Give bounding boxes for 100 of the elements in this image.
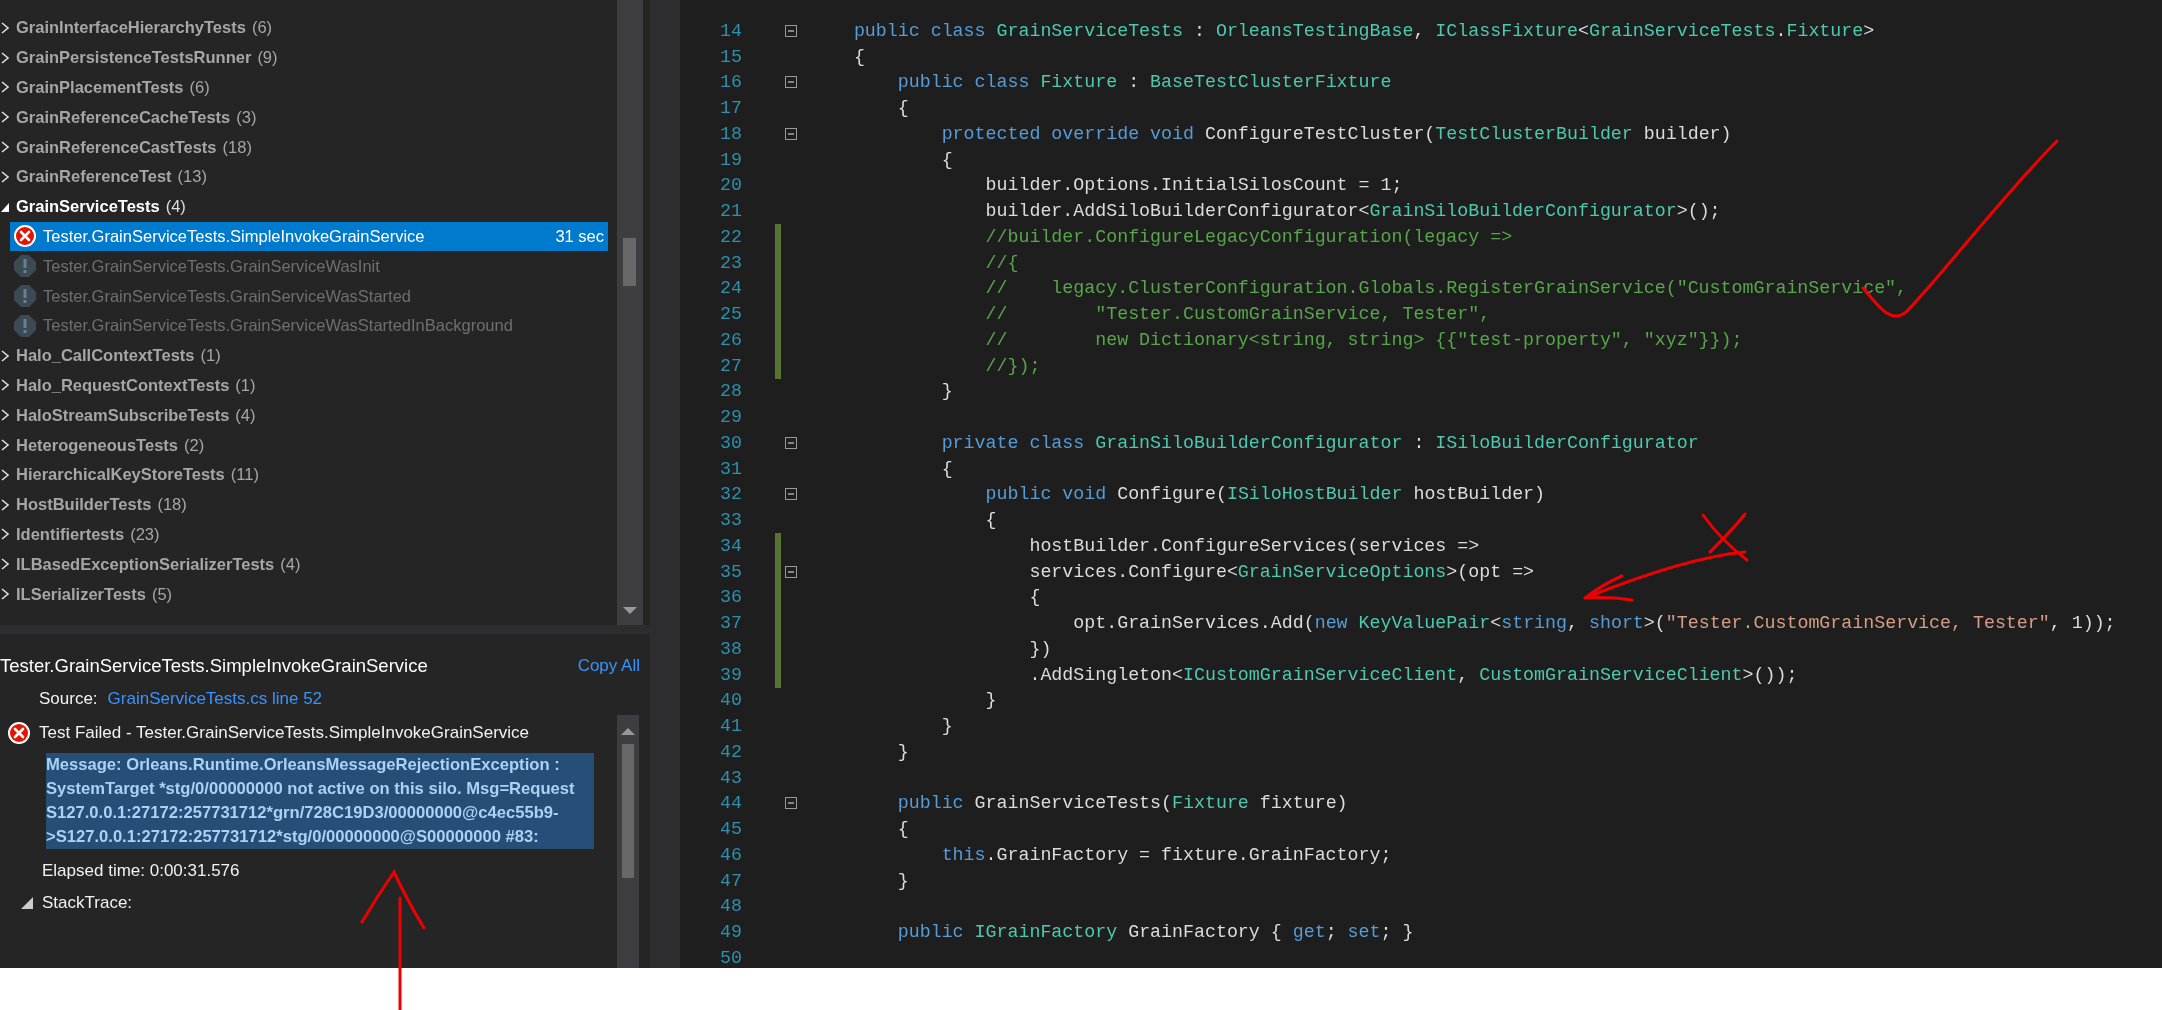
test-count: (13) bbox=[177, 167, 207, 187]
collapsed-chevron-icon[interactable] bbox=[0, 169, 10, 184]
collapsed-chevron-icon[interactable] bbox=[0, 110, 10, 125]
test-group-label[interactable]: GrainServiceTests bbox=[16, 197, 160, 217]
collapsed-chevron-icon[interactable] bbox=[0, 80, 10, 95]
line-number: 50 bbox=[719, 947, 742, 968]
collapse-box-icon[interactable] bbox=[785, 565, 797, 578]
test-group-label[interactable]: GrainPlacementTests bbox=[16, 78, 184, 97]
code-line: }) bbox=[1028, 638, 1052, 659]
code-line: //}); bbox=[984, 355, 1041, 376]
scrollbar-thumb[interactable] bbox=[623, 238, 636, 286]
collapsed-chevron-icon[interactable] bbox=[0, 20, 10, 35]
test-count: (4) bbox=[165, 197, 186, 217]
collapsed-chevron-icon[interactable] bbox=[0, 378, 10, 393]
result-text: Test Failed - Tester.GrainServiceTests.SimpleInvokeGrainService bbox=[39, 723, 530, 743]
test-count: (4) bbox=[235, 405, 256, 425]
collapse-box-icon[interactable] bbox=[785, 797, 797, 810]
code-line: // "Tester.CustomGrainService, Tester", bbox=[984, 304, 1491, 325]
test-count: (18) bbox=[157, 495, 187, 515]
test-count: (4) bbox=[280, 554, 301, 574]
test-group-label[interactable]: ILBasedExceptionSerializerTests bbox=[16, 554, 275, 574]
scrollbar-thumb[interactable] bbox=[622, 744, 634, 878]
collapsed-chevron-icon[interactable] bbox=[0, 438, 10, 453]
error-message[interactable]: Message: Orleans.Runtime.OrleansMessageRejectionException : SystemTarget *stg/0/00000000 not active on this silo. Msg=Request S127.0.0.1:27172:257731712*grn/728C19D3/00000000@c4ec55b9->S127.0.0.1:27172:257731712*stg/0/00000000@S00000000 #83: bbox=[46, 753, 594, 849]
line-number: 32 bbox=[719, 484, 742, 505]
line-number: 17 bbox=[719, 98, 742, 119]
line-number: 39 bbox=[719, 664, 742, 685]
expanded-triangle-icon[interactable] bbox=[20, 896, 34, 910]
code-line: } bbox=[896, 741, 909, 762]
line-number: 46 bbox=[719, 844, 742, 865]
line-number: 14 bbox=[719, 20, 742, 41]
test-group-label[interactable]: GrainReferenceCastTests bbox=[16, 137, 217, 157]
line-number: 33 bbox=[719, 510, 742, 531]
collapsed-chevron-icon[interactable] bbox=[0, 348, 10, 363]
code-line: } bbox=[940, 381, 953, 402]
line-number: 31 bbox=[719, 458, 742, 479]
code-line: builder.Options.InitialSilosCount = 1; bbox=[984, 175, 1403, 196]
code-line: } bbox=[984, 690, 997, 711]
collapse-box-icon[interactable] bbox=[785, 436, 797, 449]
code-line: public class Fixture : BaseTestClusterFixture bbox=[896, 72, 1392, 93]
code-line: private class GrainSiloBuilderConfigurator : ISiloBuilderConfigurator bbox=[940, 432, 1699, 453]
collapsed-chevron-icon[interactable] bbox=[0, 408, 10, 423]
test-count: (6) bbox=[189, 78, 210, 97]
collapse-box-icon[interactable] bbox=[785, 24, 797, 37]
collapsed-chevron-icon[interactable] bbox=[0, 50, 10, 65]
collapse-box-icon[interactable] bbox=[785, 76, 797, 89]
copy-all-link[interactable]: Copy All bbox=[577, 656, 640, 676]
line-number: 15 bbox=[719, 46, 742, 67]
scrollbar[interactable] bbox=[617, 0, 643, 625]
collapsed-chevron-icon[interactable] bbox=[0, 557, 10, 572]
test-count: (5) bbox=[151, 584, 173, 604]
test-group-label[interactable]: GrainReferenceCacheTests bbox=[16, 107, 231, 127]
test-group-label[interactable]: HierarchicalKeyStoreTests bbox=[16, 465, 225, 485]
line-number: 45 bbox=[719, 819, 742, 840]
test-group-label[interactable]: ILSerializerTests bbox=[16, 584, 146, 604]
code-line: public GrainServiceTests(Fixture fixture) bbox=[896, 793, 1348, 814]
line-number: 29 bbox=[719, 407, 742, 428]
test-group-label[interactable]: HeterogeneousTests bbox=[16, 435, 178, 455]
test-group-label[interactable]: GrainPersistenceTestsRunner bbox=[16, 48, 252, 68]
test-group-label[interactable]: HaloStreamSubscribeTests bbox=[16, 405, 230, 425]
code-line: { bbox=[940, 458, 953, 479]
collapsed-chevron-icon[interactable] bbox=[0, 497, 10, 512]
code-line: hostBuilder.ConfigureServices(services => bbox=[1028, 535, 1480, 556]
code-line: //builder.ConfigureLegacyConfiguration(legacy => bbox=[984, 226, 1513, 247]
test-count: (11) bbox=[230, 465, 259, 485]
collapsed-chevron-icon[interactable] bbox=[0, 527, 10, 542]
cross-annotation-drawing bbox=[1700, 512, 1750, 562]
line-number: 22 bbox=[719, 226, 742, 247]
line-number: 41 bbox=[719, 716, 742, 737]
test-count: (6) bbox=[251, 18, 273, 38]
line-number: 21 bbox=[719, 201, 742, 222]
test-group-label[interactable]: Halo_RequestContextTests bbox=[16, 375, 230, 395]
test-count: (9) bbox=[257, 48, 278, 68]
code-line: // legacy.ClusterConfiguration.Globals.RegisterGrainService("CustomGrainService", bbox=[984, 278, 1908, 299]
line-number: 18 bbox=[719, 123, 742, 144]
test-group-label[interactable]: GrainInterfaceHierarchyTests bbox=[16, 18, 246, 38]
collapsed-chevron-icon[interactable] bbox=[0, 467, 10, 482]
test-name: Tester.GrainServiceTests.GrainServiceWasStartedInBackground bbox=[43, 316, 514, 336]
collapse-box-icon[interactable] bbox=[785, 127, 797, 140]
source-link[interactable]: GrainServiceTests.cs line 52 bbox=[107, 689, 323, 709]
test-group-label[interactable]: HostBuilderTests bbox=[16, 495, 152, 515]
line-number: 37 bbox=[719, 613, 742, 634]
code-line: .AddSingleton<ICustomGrainServiceClient, CustomGrainServiceClient>()); bbox=[1028, 664, 1798, 685]
test-count: (1) bbox=[235, 375, 256, 395]
test-name: Tester.GrainServiceTests.SimpleInvokeGrainService bbox=[43, 226, 426, 246]
test-group-label[interactable]: GrainReferenceTest bbox=[16, 167, 172, 187]
test-name: Tester.GrainServiceTests.GrainServiceWasInit bbox=[43, 256, 381, 276]
test-item[interactable]: Tester.GrainServiceTests.SimpleInvokeGrainService 31 sec bbox=[10, 221, 608, 252]
line-number: 42 bbox=[719, 741, 742, 762]
code-line: public void Configure(ISiloHostBuilder hostBuilder) bbox=[984, 484, 1546, 505]
code-line: { bbox=[852, 46, 865, 67]
test-group-label[interactable]: Halo_CallContextTests bbox=[16, 346, 195, 366]
test-group-label[interactable]: Identifiertests bbox=[16, 524, 125, 544]
code-line: protected override void ConfigureTestCluster(TestClusterBuilder builder) bbox=[940, 123, 1732, 144]
collapse-box-icon[interactable] bbox=[785, 488, 797, 501]
line-number: 16 bbox=[719, 72, 742, 93]
scrollbar[interactable] bbox=[617, 715, 639, 968]
collapsed-chevron-icon[interactable] bbox=[0, 140, 10, 155]
source-label: Source: bbox=[39, 689, 98, 709]
collapsed-chevron-icon[interactable] bbox=[0, 587, 10, 602]
